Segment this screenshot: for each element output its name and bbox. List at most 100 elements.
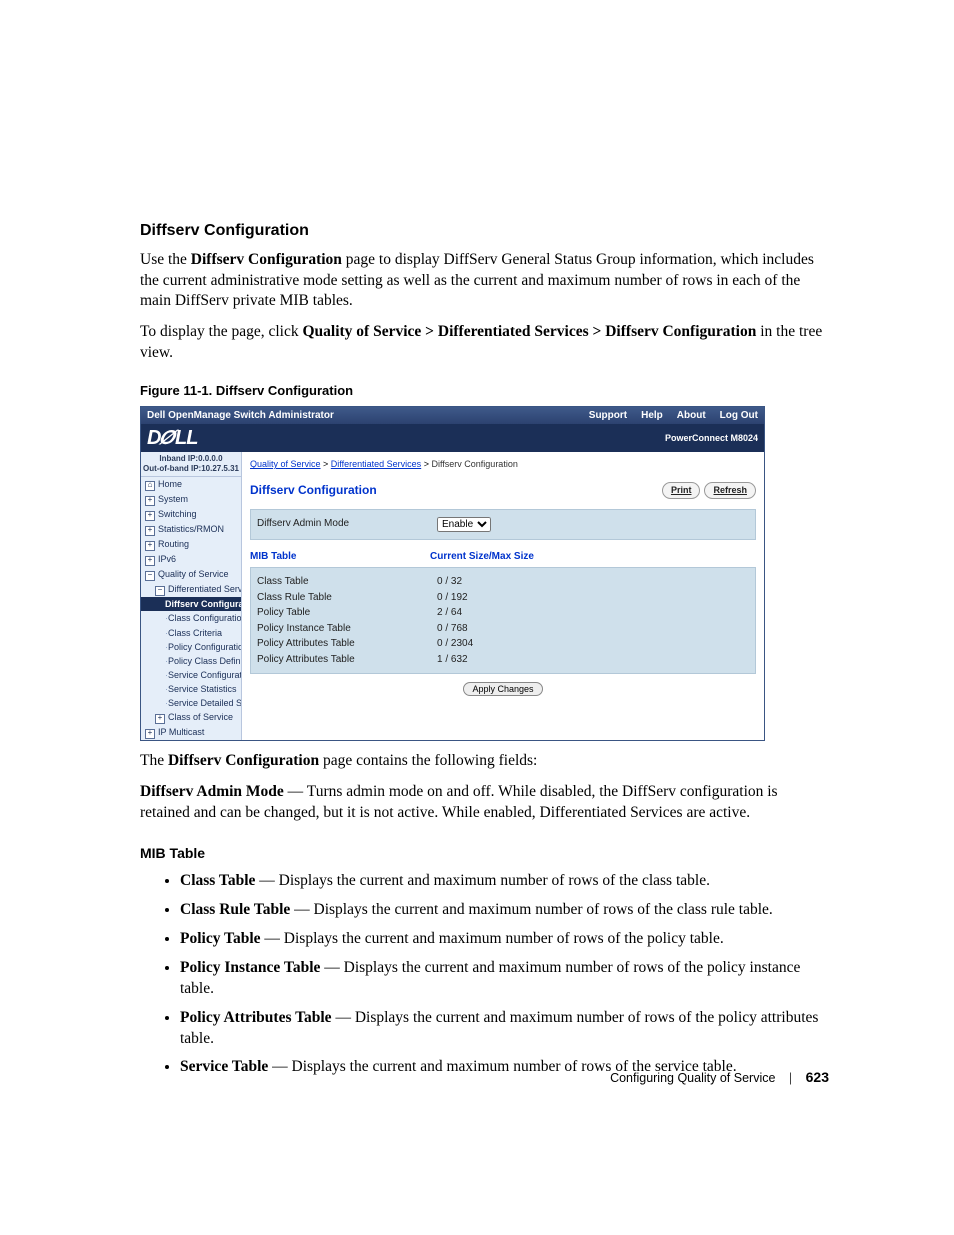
nav-label: Class Configuration — [168, 613, 242, 623]
mib-col-name: MIB Table — [250, 550, 430, 564]
nav-label: System — [158, 494, 188, 504]
admin-mode-desc: Diffserv Admin Mode — Turns admin mode o… — [140, 782, 829, 824]
nav-routing[interactable]: +Routing — [141, 537, 241, 552]
mib-val: 1 / 632 — [437, 653, 468, 667]
apply-row: Apply Changes — [250, 682, 756, 697]
mib-val: 0 / 192 — [437, 591, 468, 605]
mib-row: Policy Attributes Table1 / 632 — [257, 652, 749, 668]
nav-class-crit[interactable]: ·Class Criteria — [141, 626, 241, 640]
admin-panel: Diffserv Admin Mode Enable — [250, 509, 756, 540]
nav-label: Service Statistics — [168, 684, 237, 694]
menu-help[interactable]: Help — [641, 409, 663, 423]
apply-changes-button[interactable]: Apply Changes — [463, 682, 542, 696]
term: Class Table — [180, 872, 255, 889]
nav-label: Home — [158, 479, 182, 489]
section-heading: Diffserv Configuration — [140, 220, 829, 242]
text: The — [140, 752, 168, 769]
window-title: Dell OpenManage Switch Administrator — [147, 409, 589, 423]
nav-ipv6[interactable]: +IPv6 — [141, 552, 241, 567]
term: Service Table — [180, 1058, 268, 1075]
nav-label: Routing — [158, 539, 189, 549]
nav-label: Service Detailed Sta — [168, 698, 242, 708]
post-figure-lead: The Diffserv Configuration page contains… — [140, 751, 829, 772]
mib-val: 0 / 2304 — [437, 637, 473, 651]
content-heading-row: Diffserv Configuration Print Refresh — [250, 482, 756, 498]
mib-row: Policy Table2 / 64 — [257, 605, 749, 621]
breadcrumb: Quality of Service > Differentiated Serv… — [250, 458, 756, 470]
expand-icon: + — [145, 556, 155, 566]
content-heading: Diffserv Configuration — [250, 482, 377, 498]
nav-class-conf[interactable]: ·Class Configuration — [141, 611, 241, 625]
ui-body: Inband IP:0.0.0.0 Out-of-band IP:10.27.5… — [141, 452, 764, 740]
nav-label: Class Criteria — [168, 628, 222, 638]
mib-val: 0 / 768 — [437, 622, 468, 636]
list-item: Class Rule Table — Displays the current … — [180, 900, 829, 921]
mib-row: Class Rule Table0 / 192 — [257, 590, 749, 606]
text: Use the — [140, 251, 191, 268]
collapse-icon: − — [155, 586, 165, 596]
admin-mode-row: Diffserv Admin Mode Enable — [257, 516, 749, 533]
nav-label: Differentiated Services — [168, 584, 242, 594]
figure-caption: Figure 11-1. Diffserv Configuration — [140, 382, 829, 400]
nav-label: IPv6 — [158, 554, 176, 564]
nav-ipmc[interactable]: +IP Multicast — [141, 725, 241, 740]
refresh-button[interactable]: Refresh — [704, 482, 756, 498]
nav-policy-conf[interactable]: ·Policy Configuration — [141, 640, 241, 654]
mib-name: Class Rule Table — [257, 591, 437, 605]
embedded-screenshot: Dell OpenManage Switch Administrator Sup… — [140, 406, 765, 742]
nav-service-conf[interactable]: ·Service Configuratio — [141, 668, 241, 682]
desc: — Displays the current and maximum numbe… — [255, 872, 710, 889]
expand-icon: + — [145, 526, 155, 536]
text: page contains the following fields: — [319, 752, 537, 769]
expand-icon: + — [145, 496, 155, 506]
nav-cos[interactable]: +Class of Service — [141, 710, 241, 725]
expand-icon: + — [145, 511, 155, 521]
admin-mode-select[interactable]: Enable — [437, 517, 491, 532]
nav-diffserv-conf[interactable]: Diffserv Configura — [141, 597, 241, 611]
mib-bullet-list: Class Table — Displays the current and m… — [140, 871, 829, 1078]
expand-icon: + — [155, 714, 165, 724]
footer-text: Configuring Quality of Service — [610, 1071, 775, 1085]
nav-qos[interactable]: −Quality of Service — [141, 567, 241, 582]
nav-stats[interactable]: +Statistics/RMON — [141, 522, 241, 537]
home-icon: ⌂ — [145, 481, 155, 491]
nav-label: Quality of Service — [158, 569, 229, 579]
nav-label: Class of Service — [168, 712, 233, 722]
menu-about[interactable]: About — [677, 409, 706, 423]
menu-support[interactable]: Support — [589, 409, 627, 423]
nav-label: IP Multicast — [158, 727, 204, 737]
mib-col-size: Current Size/Max Size — [430, 550, 534, 564]
print-button[interactable]: Print — [662, 482, 701, 498]
nav-label: Service Configuratio — [168, 670, 242, 680]
nav-home[interactable]: ⌂Home — [141, 477, 241, 492]
mib-row: Policy Attributes Table0 / 2304 — [257, 636, 749, 652]
term: Policy Instance Table — [180, 959, 320, 976]
page-number: 623 — [806, 1069, 829, 1085]
nav-switching[interactable]: +Switching — [141, 507, 241, 522]
nav-system[interactable]: +System — [141, 492, 241, 507]
breadcrumb-ds[interactable]: Differentiated Services — [331, 459, 421, 469]
breadcrumb-qos[interactable]: Quality of Service — [250, 459, 321, 469]
menu-logout[interactable]: Log Out — [720, 409, 758, 423]
list-item: Policy Attributes Table — Displays the c… — [180, 1008, 829, 1050]
oob-ip: Out-of-band IP:10.27.5.31 — [141, 464, 241, 474]
collapse-icon: − — [145, 571, 155, 581]
desc: — Displays the current and maximum numbe… — [261, 930, 724, 947]
mib-val: 0 / 32 — [437, 575, 462, 589]
mib-row: Policy Instance Table0 / 768 — [257, 621, 749, 637]
term: Diffserv Admin Mode — [140, 783, 284, 800]
separator-icon: | — [789, 1071, 792, 1085]
bold-term: Diffserv Configuration — [191, 251, 342, 268]
mib-name: Policy Attributes Table — [257, 653, 437, 667]
nav-label: Statistics/RMON — [158, 524, 224, 534]
mib-header-row: MIB Table Current Size/Max Size — [250, 550, 756, 564]
nav-label: Diffserv Configura — [165, 599, 242, 609]
content-area: Quality of Service > Differentiated Serv… — [242, 452, 764, 740]
nav-label: Policy Class Definit — [168, 656, 242, 666]
nav-service-det[interactable]: ·Service Detailed Sta — [141, 696, 241, 710]
term: Class Rule Table — [180, 901, 290, 918]
nav-service-stats[interactable]: ·Service Statistics — [141, 682, 241, 696]
nav-policy-class[interactable]: ·Policy Class Definit — [141, 654, 241, 668]
nav-diffserv[interactable]: −Differentiated Services — [141, 582, 241, 597]
mib-row: Class Table0 / 32 — [257, 574, 749, 590]
